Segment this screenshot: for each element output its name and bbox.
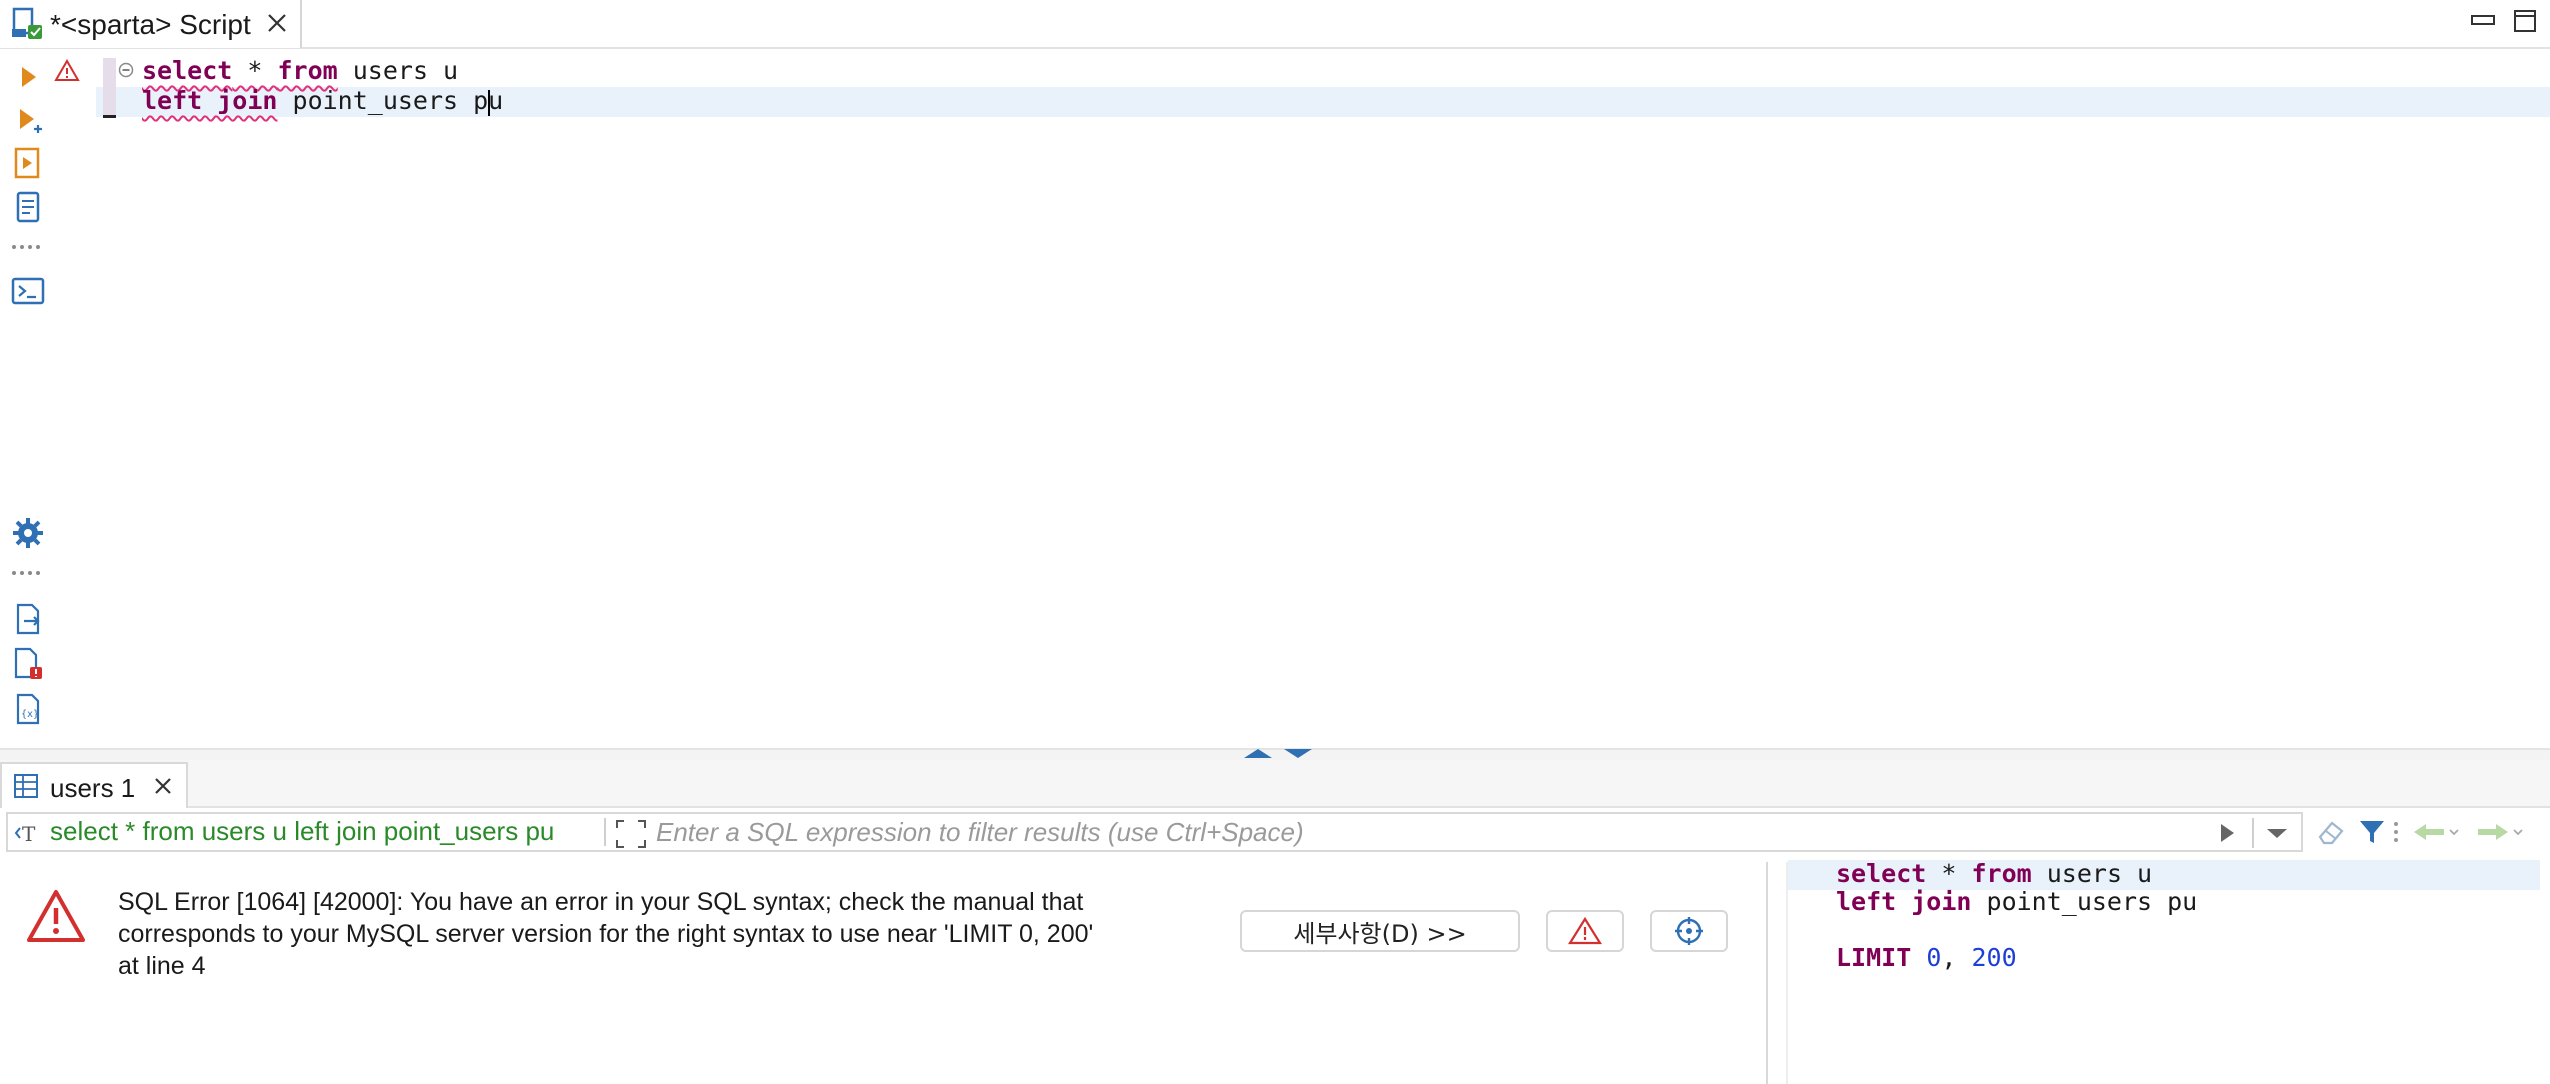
cursor-line-marker — [103, 115, 116, 118]
query-text-icon: T — [14, 820, 44, 846]
filter-history-dropdown-icon[interactable] — [2260, 818, 2294, 848]
query-line-2: left join point_users pu — [1836, 888, 2197, 916]
editor-tab-bar — [0, 0, 2550, 49]
separator — [604, 818, 606, 846]
svg-text:T: T — [22, 822, 36, 846]
forward-arrow-icon[interactable] — [2468, 815, 2526, 849]
script-editor-tab[interactable]: *<sparta> Script — [0, 0, 302, 48]
execute-script-icon[interactable] — [10, 145, 46, 181]
separator — [2252, 818, 2254, 848]
sql-editor[interactable] — [0, 49, 2550, 749]
execute-in-new-tab-icon[interactable] — [10, 103, 46, 139]
results-tab[interactable]: users 1 — [0, 762, 188, 808]
sql-keyword: from — [277, 56, 338, 85]
sql-number: 0 — [1926, 943, 1942, 972]
warning-icon — [1568, 916, 1602, 945]
locate-error-button[interactable] — [1650, 910, 1728, 952]
vertical-divider[interactable] — [1766, 862, 1768, 1084]
text-caret — [488, 90, 490, 116]
script-tab-title: *<sparta> Script — [50, 9, 251, 40]
svg-text:{x}: {x} — [21, 709, 39, 720]
export-icon[interactable] — [10, 601, 46, 637]
maximize-icon[interactable] — [2512, 8, 2538, 34]
results-tab-bar — [0, 760, 2550, 808]
eraser-icon[interactable] — [2314, 815, 2348, 849]
apply-filter-icon[interactable] — [2214, 818, 2240, 848]
fold-collapse-icon[interactable] — [118, 62, 134, 78]
sql-keyword: left join — [142, 86, 278, 115]
minimize-icon[interactable] — [2470, 8, 2496, 34]
sql-text: point_users pu — [277, 86, 504, 115]
execute-statement-icon[interactable] — [10, 59, 46, 95]
sql-script-icon — [10, 7, 44, 41]
console-icon[interactable] — [10, 273, 46, 309]
change-marker — [103, 58, 116, 116]
sql-keyword: left join — [1836, 887, 1972, 916]
back-arrow-icon[interactable] — [2410, 815, 2462, 849]
close-icon[interactable] — [262, 8, 292, 38]
warning-button[interactable] — [1546, 910, 1624, 952]
close-icon[interactable] — [150, 773, 176, 799]
warning-marker-icon[interactable] — [54, 59, 80, 83]
splitter-toggle-icon[interactable] — [1240, 746, 1316, 760]
active-query-label[interactable]: select * from users u left join point_us… — [50, 816, 554, 847]
code-line-1[interactable]: select * from users u — [142, 56, 458, 86]
settings-gear-icon[interactable] — [10, 515, 46, 551]
problems-icon[interactable] — [10, 645, 46, 681]
sql-text: * — [1926, 859, 1972, 888]
sql-number: 200 — [1971, 943, 2017, 972]
table-grid-icon — [12, 772, 40, 800]
more-vertical-icon[interactable] — [2390, 815, 2402, 849]
code-line-2[interactable]: left join point_users pu — [142, 86, 503, 116]
sql-keyword: LIMIT — [1836, 943, 1912, 972]
query-line-1: select * from users u — [1836, 860, 2152, 888]
error-warning-icon — [26, 888, 86, 944]
more-dots-icon[interactable] — [10, 565, 46, 581]
sql-text: users u — [337, 56, 459, 85]
details-button[interactable]: 세부사항(D) >> — [1240, 910, 1520, 952]
crosshair-icon — [1675, 917, 1703, 945]
editor-side-toolbar: {x} — [0, 49, 52, 749]
query-line-4: LIMIT 0, 200 — [1836, 944, 2017, 972]
sql-keyword: from — [1971, 859, 2032, 888]
filter-funnel-icon[interactable] — [2356, 815, 2388, 849]
sql-text: point_users pu — [1971, 887, 2198, 916]
sql-keyword: select — [1836, 859, 1927, 888]
filter-expression-input[interactable] — [656, 815, 2216, 849]
more-dots-icon[interactable] — [10, 239, 46, 255]
explain-plan-icon[interactable] — [10, 189, 46, 225]
sql-text: * — [232, 56, 278, 85]
error-message: SQL Error [1064] [42000]: You have an er… — [118, 888, 1094, 980]
results-tab-label: users 1 — [50, 773, 136, 803]
sql-text: , — [1941, 943, 1972, 972]
annotation-ruler — [52, 49, 96, 749]
variables-icon[interactable]: {x} — [10, 691, 46, 727]
sql-text: users u — [2031, 859, 2153, 888]
expand-filter-icon[interactable] — [614, 818, 648, 850]
sql-keyword: select — [142, 56, 233, 85]
